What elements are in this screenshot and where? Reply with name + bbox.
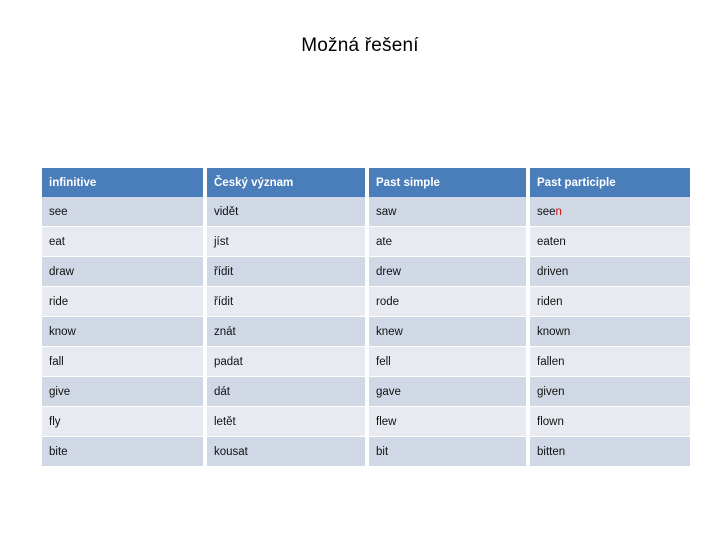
cell-czech-meaning: řídit (207, 287, 369, 317)
table-row: see vidět saw seen (42, 197, 690, 227)
cell-infinitive: fly (42, 407, 207, 437)
cell-past-participle: eaten (530, 227, 690, 257)
cell-past-participle: known (530, 317, 690, 347)
cell-past-simple: rode (369, 287, 530, 317)
table-row: eat jíst ate eaten (42, 227, 690, 257)
cell-czech-meaning: znát (207, 317, 369, 347)
cell-infinitive: know (42, 317, 207, 347)
column-header-infinitive: infinitive (42, 168, 207, 197)
cell-past-simple: fell (369, 347, 530, 377)
page-title: Možná řešení (301, 35, 419, 56)
past-participle-stem: see (537, 205, 556, 218)
cell-past-simple: saw (369, 197, 530, 227)
cell-past-participle: driven (530, 257, 690, 287)
cell-past-participle: bitten (530, 437, 690, 467)
cell-infinitive: fall (42, 347, 207, 377)
irregular-verbs-table: infinitive Český význam Past simple Past… (42, 168, 690, 467)
table-row: give dát gave given (42, 377, 690, 407)
cell-past-participle: seen (530, 197, 690, 227)
table-row: draw řídit drew driven (42, 257, 690, 287)
cell-past-simple: drew (369, 257, 530, 287)
cell-infinitive: draw (42, 257, 207, 287)
cell-past-participle: flown (530, 407, 690, 437)
table-header-row: infinitive Český význam Past simple Past… (42, 168, 690, 197)
cell-infinitive: bite (42, 437, 207, 467)
cell-past-simple: gave (369, 377, 530, 407)
cell-past-simple: ate (369, 227, 530, 257)
cell-czech-meaning: dát (207, 377, 369, 407)
cell-infinitive: ride (42, 287, 207, 317)
cell-past-participle: riden (530, 287, 690, 317)
cell-infinitive: see (42, 197, 207, 227)
table-row: know znát knew known (42, 317, 690, 347)
table-row: fall padat fell fallen (42, 347, 690, 377)
cell-czech-meaning: padat (207, 347, 369, 377)
cell-past-simple: bit (369, 437, 530, 467)
cell-infinitive: eat (42, 227, 207, 257)
cell-past-simple: knew (369, 317, 530, 347)
cell-czech-meaning: kousat (207, 437, 369, 467)
table-body: see vidět saw seen eat jíst ate eaten draw řídit d… (42, 197, 690, 467)
column-header-past-participle: Past participle (530, 168, 690, 197)
column-header-czech-meaning: Český význam (207, 168, 369, 197)
past-participle-highlight: n (555, 205, 562, 218)
slide: Možná řešení infinitive Český význam Pas… (0, 0, 720, 540)
table-row: bite kousat bit bitten (42, 437, 690, 467)
cell-czech-meaning: letět (207, 407, 369, 437)
table-header: infinitive Český význam Past simple Past… (42, 168, 690, 197)
cell-czech-meaning: řídit (207, 257, 369, 287)
cell-past-participle: given (530, 377, 690, 407)
column-header-past-simple: Past simple (369, 168, 530, 197)
table-row: fly letět flew flown (42, 407, 690, 437)
cell-past-participle: fallen (530, 347, 690, 377)
cell-czech-meaning: jíst (207, 227, 369, 257)
cell-czech-meaning: vidět (207, 197, 369, 227)
cell-past-simple: flew (369, 407, 530, 437)
cell-infinitive: give (42, 377, 207, 407)
table-row: ride řídit rode riden (42, 287, 690, 317)
